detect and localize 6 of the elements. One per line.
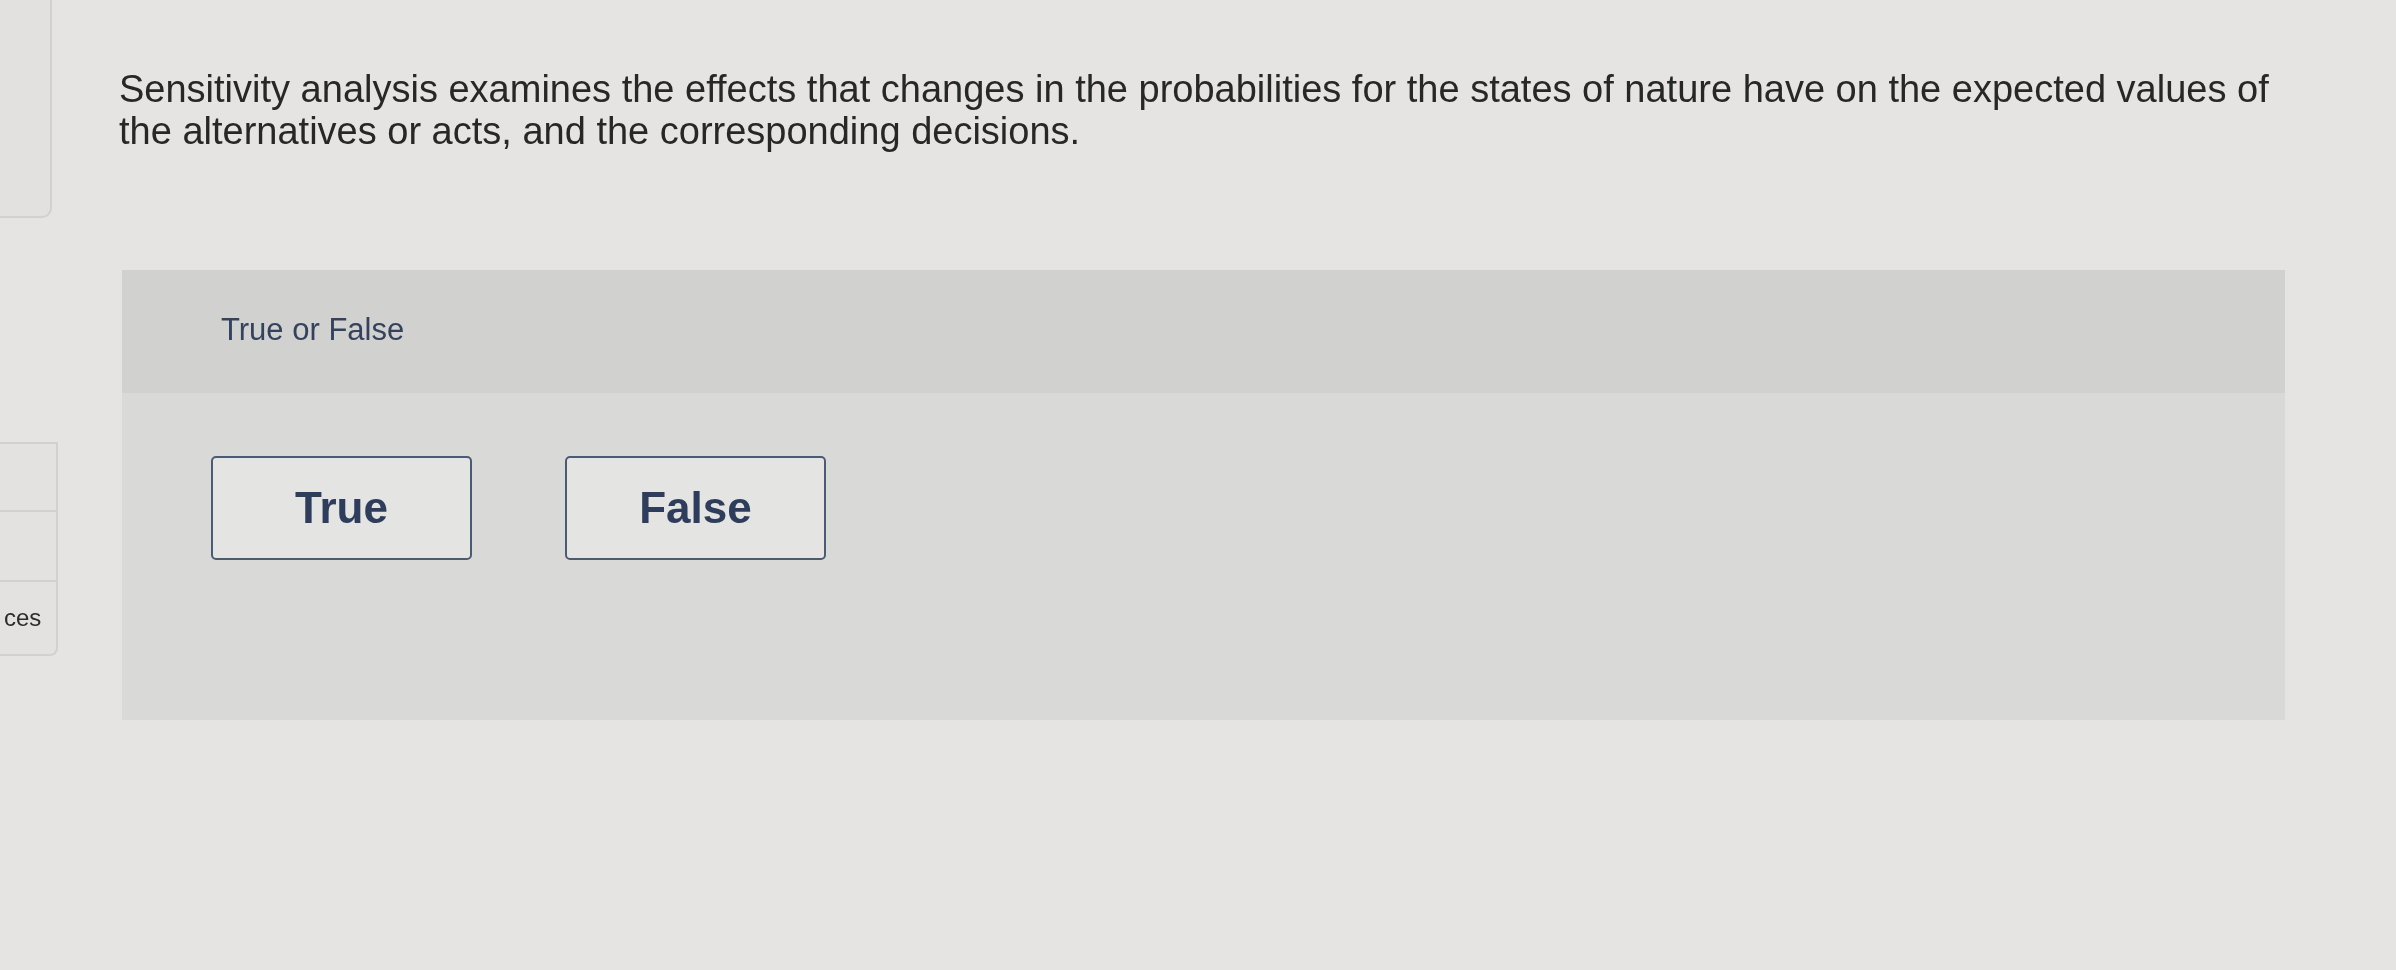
- side-list-label: ces: [4, 606, 42, 630]
- prompt-text: True or False: [221, 312, 405, 347]
- answer-option-button[interactable]: False: [565, 456, 826, 560]
- side-list-cell[interactable]: ces: [0, 582, 58, 656]
- question-text: Sensitivity analysis examines the effects that changes in the probabilities for the states of nature have on the expected values of the alternatives or acts, and the corresponding decisions.: [119, 68, 2270, 152]
- answer-option-button[interactable]: True: [211, 456, 472, 560]
